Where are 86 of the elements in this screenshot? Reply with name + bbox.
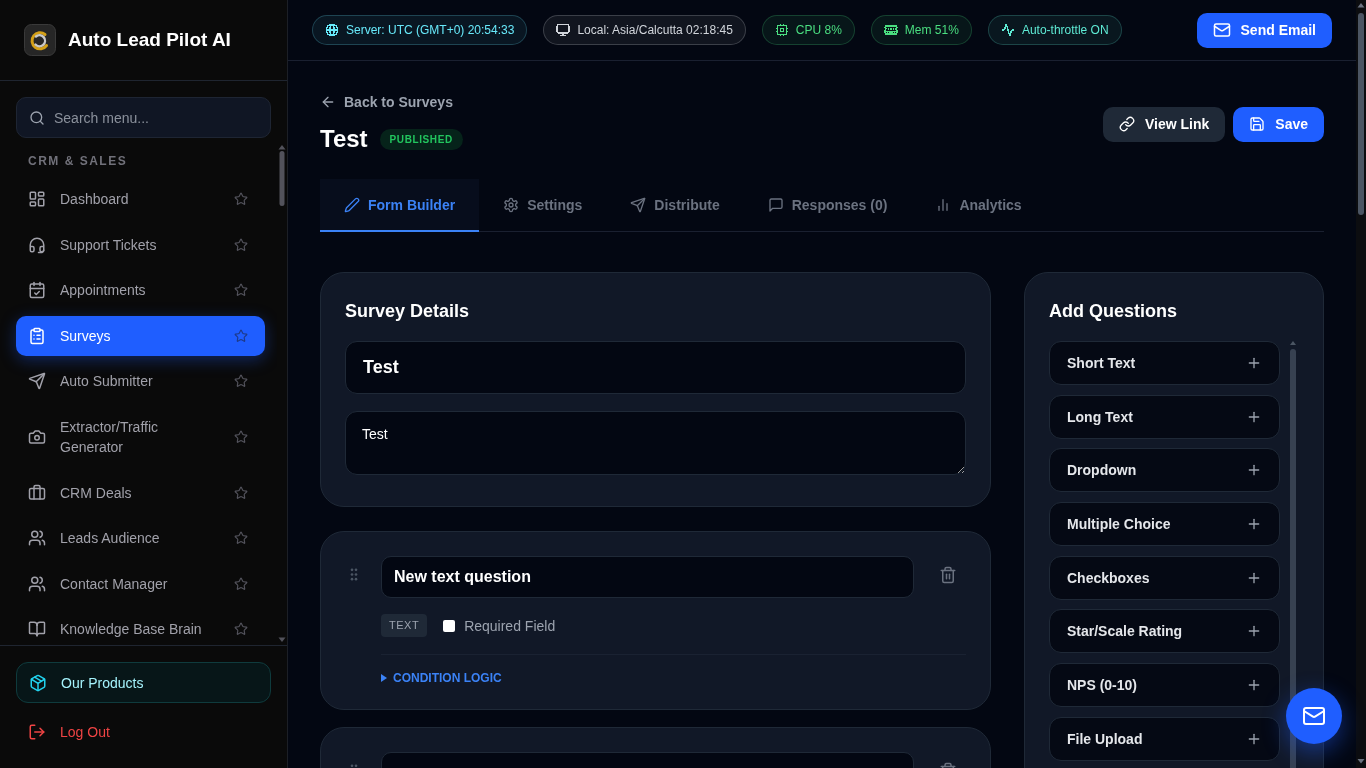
sidebar-item[interactable]: Appointments: [16, 270, 265, 311]
page-title: Test: [320, 124, 368, 154]
our-products-button[interactable]: Our Products: [16, 662, 271, 703]
headset-icon: [28, 235, 46, 254]
star-icon[interactable]: [234, 485, 248, 500]
tab[interactable]: Form Builder: [320, 179, 480, 232]
mail-icon: [1212, 21, 1231, 39]
page-scrollbar[interactable]: [1356, 0, 1366, 768]
add-question-button[interactable]: Star/Scale Rating: [1049, 609, 1280, 654]
status-text: Mem 51%: [904, 23, 959, 37]
condition-logic-toggle[interactable]: CONDITION LOGIC: [381, 671, 502, 685]
calendar-check-icon: [28, 281, 46, 300]
dashboard-grid-icon: [28, 190, 46, 208]
search-icon: [29, 109, 45, 126]
paper-plane-icon: [630, 196, 647, 213]
sidebar-item[interactable]: Support Tickets: [16, 224, 265, 265]
save-button[interactable]: Save: [1233, 106, 1324, 142]
star-icon[interactable]: [234, 429, 248, 444]
logo-icon: [24, 24, 56, 56]
tab[interactable]: Analytics: [911, 179, 1046, 232]
logout-button[interactable]: Log Out: [16, 711, 122, 752]
star-icon[interactable]: [234, 328, 248, 343]
tab[interactable]: Responses (0): [743, 179, 912, 232]
box-icon: [29, 673, 47, 692]
status-badge: PUBLISHED: [379, 128, 463, 150]
add-question-button[interactable]: Short Text: [1049, 341, 1280, 385]
star-icon[interactable]: [234, 192, 248, 206]
search-field[interactable]: Search menu...: [16, 97, 271, 138]
sidebar-item[interactable]: Knowledge Base Brain: [16, 609, 265, 645]
open-book-icon: [28, 620, 46, 639]
drag-handle-icon[interactable]: [350, 567, 358, 582]
card-heading: Survey Details: [345, 300, 471, 323]
add-question-button[interactable]: NPS (0-10): [1049, 663, 1280, 708]
add-question-button[interactable]: Dropdown: [1049, 448, 1280, 493]
status-text: CPU 8%: [795, 23, 842, 37]
star-icon[interactable]: [234, 622, 248, 637]
add-question-button[interactable]: Checkboxes: [1049, 555, 1280, 600]
users-icon: [28, 529, 46, 548]
link-icon: [1118, 116, 1135, 132]
logout-icon: [28, 722, 46, 741]
question-title-field[interactable]: New text question: [381, 556, 914, 598]
sidebar-item[interactable]: CRM Deals: [16, 472, 265, 513]
required-label: Required Field: [464, 617, 556, 634]
add-question-button[interactable]: Multiple Choice: [1049, 502, 1280, 547]
required-checkbox[interactable]: [443, 619, 456, 632]
add-question-button[interactable]: Long Text: [1049, 394, 1280, 439]
tab[interactable]: Settings: [479, 179, 607, 232]
settings-icon: [503, 196, 520, 213]
status-text: Server: UTC (GMT+0) 20:54:33: [346, 23, 515, 37]
star-icon[interactable]: [234, 374, 248, 389]
camera-icon: [28, 427, 46, 446]
sidebar-item[interactable]: Surveys: [16, 315, 265, 356]
paper-plane-icon: [28, 372, 46, 391]
tab[interactable]: Distribute: [606, 179, 744, 232]
clipboard-list-icon: [28, 326, 46, 345]
status-text: Auto-throttle ON: [1021, 23, 1109, 37]
brand-name: Auto Lead Pilot AI: [68, 29, 231, 51]
question-type-badge: TEXT: [381, 614, 428, 637]
briefcase-icon: [28, 483, 46, 502]
star-icon[interactable]: [234, 531, 248, 546]
pen-icon: [344, 196, 360, 213]
send-email-button[interactable]: Send Email: [1196, 12, 1332, 48]
mail-icon: [1302, 704, 1326, 728]
sidebar-item[interactable]: Extractor/Traffic Generator: [16, 406, 265, 467]
star-icon[interactable]: [234, 237, 248, 252]
star-icon[interactable]: [234, 283, 248, 298]
back-link[interactable]: Back to Surveys: [320, 92, 453, 112]
sidebar-item[interactable]: Auto Submitter: [16, 361, 265, 402]
users-icon: [28, 574, 46, 593]
survey-title-field[interactable]: Test: [345, 341, 966, 394]
sidebar-item[interactable]: Contact Manager: [16, 563, 265, 604]
status-text: Local: Asia/Calcutta 02:18:45: [577, 23, 733, 37]
chat-bubble-icon: [767, 196, 784, 213]
panel-scrollbar[interactable]: [1289, 341, 1297, 768]
arrow-left-icon: [320, 94, 336, 110]
plus-icon: [1246, 355, 1262, 371]
section-title: CRM & SALES: [27, 153, 129, 169]
mail-button[interactable]: [1286, 688, 1342, 744]
star-icon[interactable]: [234, 576, 248, 591]
card-heading: Add Questions: [1049, 300, 1178, 323]
sidebar-item[interactable]: Dashboard: [16, 179, 265, 219]
sidebar-item[interactable]: Leads Audience: [16, 518, 265, 559]
view-link-button[interactable]: View Link: [1102, 106, 1226, 142]
trash-icon: [939, 566, 957, 584]
add-question-button[interactable]: File Upload: [1049, 716, 1280, 761]
survey-description-field[interactable]: Test: [345, 411, 966, 475]
